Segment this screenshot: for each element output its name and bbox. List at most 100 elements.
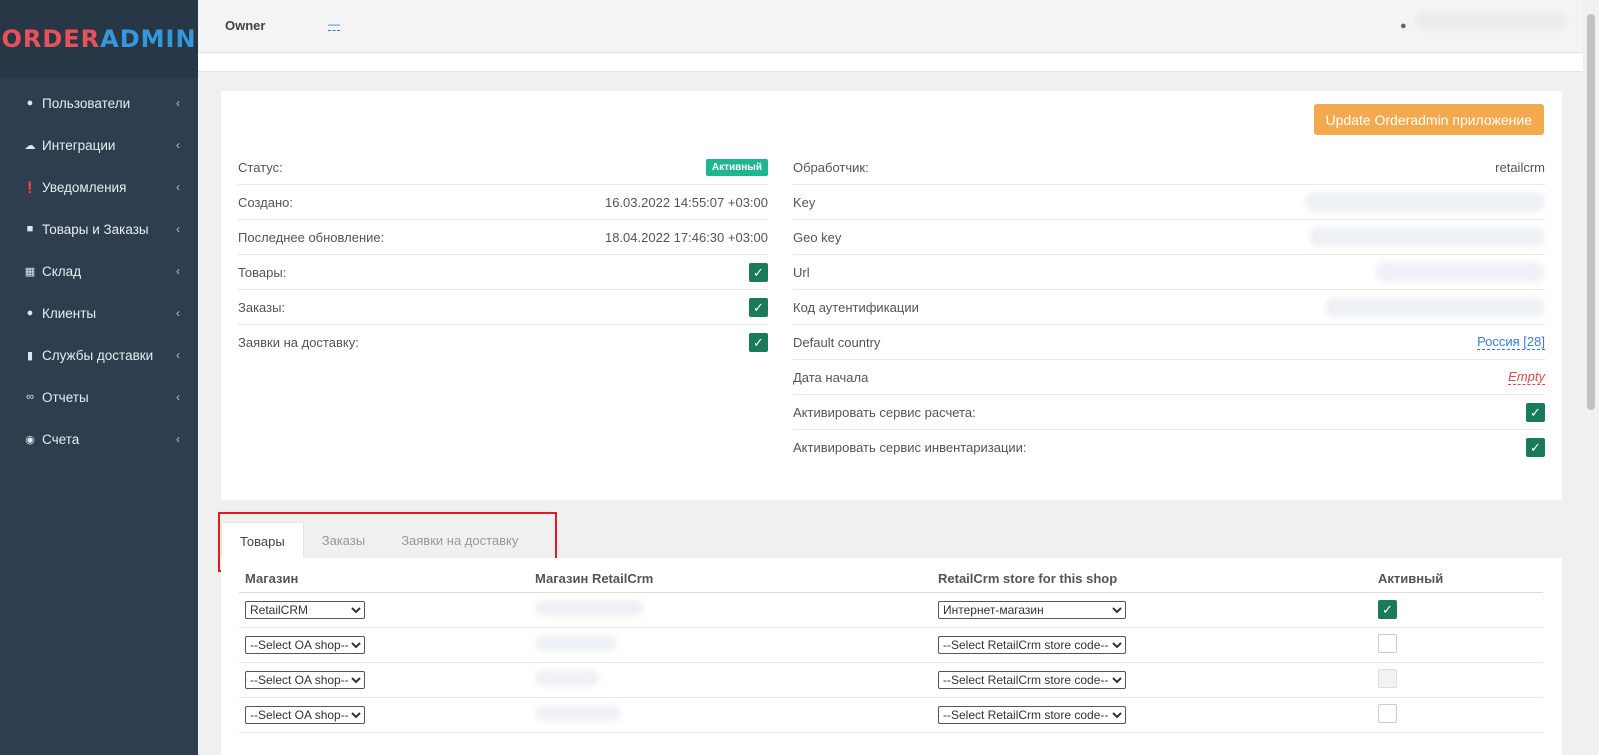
url-value-redacted[interactable]: [1375, 262, 1545, 282]
retailcrm-shop-redacted: [535, 670, 599, 686]
cubes-icon: ▦: [24, 265, 36, 278]
integration-info-panel: Update Orderadmin приложение Статус: Акт…: [221, 91, 1562, 500]
created-value: 16.03.2022 14:55:07 +03:00: [604, 194, 768, 210]
header-strip: [198, 53, 1583, 72]
start-date-link[interactable]: Empty: [1508, 369, 1545, 385]
key-row: Key: [793, 185, 1545, 220]
table-row: --Select OA shop-- --Select RetailCrm st…: [239, 697, 1543, 733]
column-header-retailcrm-shop: Магазин RetailCrm: [529, 566, 932, 593]
auth-code-label: Код аутентификации: [793, 299, 919, 315]
sidebar-item-reports[interactable]: ∞ Отчеты ‹: [0, 376, 198, 418]
sidebar-item-invoices[interactable]: ◉ Счета ‹: [0, 418, 198, 460]
update-app-button[interactable]: Update Orderadmin приложение: [1313, 104, 1544, 135]
owner-link[interactable]: —: [328, 18, 340, 31]
sidebar-item-warehouse[interactable]: ▦ Склад ‹: [0, 250, 198, 292]
truck-icon: ▮: [26, 349, 34, 362]
created-label: Создано:: [238, 194, 293, 210]
updated-label: Последнее обновление:: [238, 229, 385, 245]
retailcrm-shop-cell: [529, 662, 932, 698]
shop-select[interactable]: --Select OA shop--: [245, 670, 365, 689]
page-scrollbar[interactable]: [1583, 0, 1599, 755]
inventory-service-checkbox[interactable]: ✓: [1526, 438, 1545, 457]
updated-value: 18.04.2022 17:46:30 +03:00: [604, 229, 768, 245]
table-row: --Select OA shop-- --Select RetailCrm st…: [239, 627, 1543, 663]
sidebar-item-label: Уведомления: [42, 179, 127, 195]
shop-cell: --Select OA shop--: [239, 697, 529, 733]
sidebar-item-users[interactable]: ● Пользователи ‹: [0, 82, 198, 124]
user-name-redacted[interactable]: [1416, 12, 1566, 30]
handler-row: Обработчик: retailcrm: [793, 150, 1545, 185]
calc-service-row: Активировать сервис расчета: ✓: [793, 395, 1545, 430]
url-label: Url: [793, 264, 810, 280]
start-date-row: Дата начала Empty: [793, 360, 1545, 395]
logo[interactable]: ORDER ADMIN: [0, 0, 198, 78]
shop-select[interactable]: --Select OA shop--: [245, 705, 365, 724]
sidebar-item-label: Клиенты: [42, 305, 97, 321]
chevron-left-icon: ‹: [176, 222, 180, 236]
calc-service-checkbox[interactable]: ✓: [1526, 402, 1545, 422]
updated-row: Последнее обновление: 18.04.2022 17:46:3…: [238, 220, 768, 255]
info-column-right: Обработчик: retailcrm Key Geo key Url Ко…: [793, 150, 1545, 465]
chevron-left-icon: ‹: [176, 138, 180, 152]
chevron-left-icon: ‹: [176, 264, 180, 278]
tabs: Товары Заказы Заявки на доставку: [221, 522, 536, 559]
active-checkbox[interactable]: [1378, 703, 1397, 723]
chevron-left-icon: ‹: [176, 96, 180, 110]
users-icon: ●: [26, 307, 34, 319]
auth-code-value-redacted[interactable]: [1325, 297, 1545, 317]
logo-part-order: ORDER: [1, 25, 101, 53]
column-header-store: RetailCrm store for this shop: [932, 566, 1372, 593]
delivery-requests-row: Заявки на доставку: ✓: [238, 325, 768, 360]
tab-delivery-requests[interactable]: Заявки на доставку: [383, 522, 536, 558]
sidebar-item-delivery-services[interactable]: ▮ Службы доставки ‹: [0, 334, 198, 376]
inventory-service-label: Активировать сервис инвентаризации:: [793, 440, 1027, 455]
shop-select[interactable]: RetailCRM: [245, 600, 365, 619]
products-row: Товары: ✓: [238, 255, 768, 290]
cart-icon: ■: [26, 223, 34, 235]
start-date-label: Дата начала: [793, 369, 869, 385]
default-country-link[interactable]: Россия [28]: [1477, 334, 1545, 350]
table-header-row: Магазин Магазин RetailCrm RetailCrm stor…: [239, 566, 1543, 593]
table-row: --Select OA shop-- --Select RetailCrm st…: [239, 662, 1543, 698]
chevron-left-icon: ‹: [176, 348, 180, 362]
tab-products[interactable]: Товары: [221, 522, 304, 559]
store-select[interactable]: Интернет-магазин: [938, 600, 1126, 619]
active-checkbox[interactable]: [1378, 668, 1397, 688]
products-label: Товары:: [238, 264, 287, 280]
sidebar-nav: ● Пользователи ‹ ☁ Интеграции ‹ ❗ Уведом…: [0, 78, 198, 460]
store-select[interactable]: --Select RetailCrm store code--: [938, 670, 1126, 689]
scrollbar-thumb[interactable]: [1587, 14, 1595, 410]
key-label: Key: [793, 194, 816, 210]
orders-checkbox[interactable]: ✓: [749, 297, 768, 317]
delivery-requests-checkbox[interactable]: ✓: [749, 333, 768, 352]
retailcrm-shop-redacted: [535, 600, 643, 616]
shop-cell: --Select OA shop--: [239, 627, 529, 663]
geo-key-value-redacted[interactable]: [1309, 227, 1545, 247]
tab-orders[interactable]: Заказы: [304, 522, 383, 558]
auth-code-row: Код аутентификации: [793, 290, 1545, 325]
active-checkbox[interactable]: [1378, 633, 1397, 653]
url-row: Url: [793, 255, 1545, 290]
store-cell: --Select RetailCrm store code--: [932, 627, 1372, 663]
calc-service-label: Активировать сервис расчета:: [793, 404, 976, 420]
chevron-left-icon: ‹: [176, 306, 180, 320]
chevron-left-icon: ‹: [176, 180, 180, 194]
user-icon: ●: [1400, 20, 1407, 32]
column-header-active: Активный: [1372, 566, 1543, 593]
shop-select[interactable]: --Select OA shop--: [245, 635, 365, 654]
products-checkbox[interactable]: ✓: [749, 262, 768, 282]
logo-part-admin: ADMIN: [100, 25, 197, 53]
store-select[interactable]: --Select RetailCrm store code--: [938, 705, 1126, 724]
active-checkbox[interactable]: ✓: [1378, 600, 1397, 619]
delivery-requests-label: Заявки на доставку:: [238, 335, 359, 350]
active-cell: [1372, 662, 1543, 698]
store-select[interactable]: --Select RetailCrm store code--: [938, 635, 1126, 654]
sidebar-item-products-orders[interactable]: ■ Товары и Заказы ‹: [0, 208, 198, 250]
key-value-redacted[interactable]: [1305, 192, 1545, 212]
active-cell: ✓: [1372, 592, 1543, 628]
shops-table: Магазин Магазин RetailCrm RetailCrm stor…: [239, 566, 1543, 733]
sidebar-item-clients[interactable]: ● Клиенты ‹: [0, 292, 198, 334]
shop-cell: --Select OA shop--: [239, 662, 529, 698]
sidebar-item-notifications[interactable]: ❗ Уведомления ‹: [0, 166, 198, 208]
sidebar-item-integrations[interactable]: ☁ Интеграции ‹: [0, 124, 198, 166]
